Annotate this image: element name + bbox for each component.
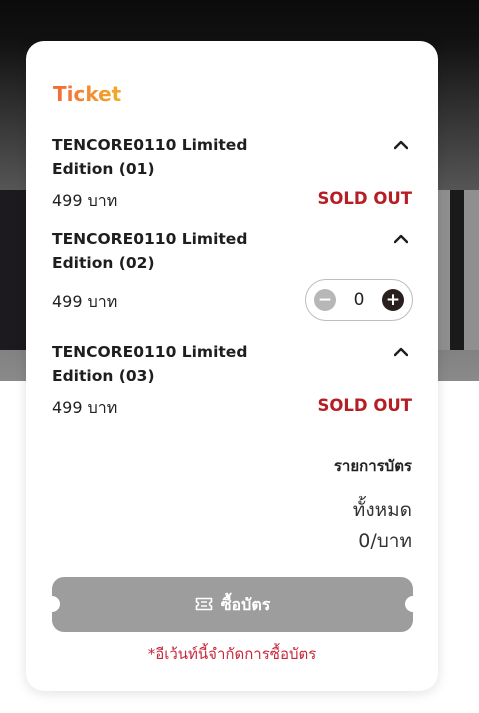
banner-graphic-right	[438, 190, 479, 350]
sold-out-label: SOLD OUT	[317, 396, 412, 415]
purchase-limit-notice: *อีเว้นท์นี้จำกัดการซื้อบัตร	[147, 645, 317, 663]
ticket-card: Ticket TENCORE0110 Limited Edition (01) …	[26, 41, 438, 691]
buy-ticket-button[interactable]: ซื้อบัตร	[44, 577, 421, 632]
banner-graphic-left	[0, 190, 26, 350]
increment-button[interactable]: +	[382, 289, 404, 311]
ticket-notch-right	[405, 596, 421, 612]
ticket-icon	[195, 597, 212, 610]
ticket-notch-left	[44, 596, 60, 612]
ticket-item-price: 499 บาท	[52, 398, 118, 417]
ticket-item-name: TENCORE0110 Limited Edition (02)	[52, 230, 248, 272]
ticket-item-name: TENCORE0110 Limited Edition (03)	[52, 343, 248, 385]
summary-total: 0/บาท	[358, 530, 412, 552]
quantity-stepper: − 0 +	[305, 279, 413, 321]
summary-label: รายการบัตร	[333, 457, 412, 475]
sold-out-label: SOLD OUT	[317, 189, 412, 208]
ticket-item-name: TENCORE0110 Limited Edition (01)	[52, 136, 248, 178]
ticket-item-price: 499 บาท	[52, 191, 118, 210]
chevron-up-icon[interactable]	[394, 139, 408, 151]
ticket-section-title: Ticket	[53, 82, 122, 106]
ticket-item-price: 499 บาท	[52, 292, 118, 311]
buy-ticket-label: ซื้อบัตร	[220, 595, 271, 614]
chevron-up-icon[interactable]	[394, 346, 408, 358]
chevron-up-icon[interactable]	[394, 233, 408, 245]
summary-all-label: ทั้งหมด	[352, 499, 412, 521]
